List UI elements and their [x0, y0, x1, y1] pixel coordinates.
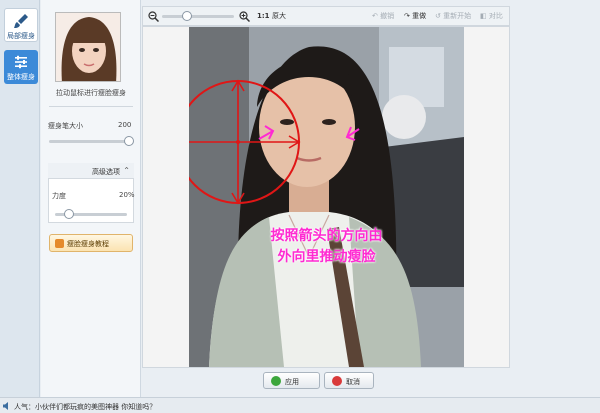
top-toolbar: 1:1 原大 ↶ 撤销 ↷ 重做 ↺ 重新开始 ◧ 对比	[142, 6, 510, 26]
restart-button[interactable]: ↺ 重新开始	[435, 11, 471, 21]
redo-icon: ↷	[404, 12, 410, 20]
brush-size-slider-knob[interactable]	[123, 136, 134, 146]
undo-button[interactable]: ↶ 撤销	[372, 11, 394, 21]
restart-label: 重新开始	[443, 12, 472, 20]
zoom-out-icon[interactable]	[148, 11, 159, 22]
tool-rail: 局部瘦身 整体瘦身	[0, 0, 40, 397]
advanced-options-header[interactable]: 高级选项 ⌃	[48, 163, 134, 179]
check-icon	[271, 376, 281, 386]
close-icon	[332, 376, 342, 386]
brush-size-value: 200	[118, 121, 132, 129]
cancel-label: 取消	[346, 378, 360, 386]
compare-icon: ◧	[480, 12, 487, 20]
chevron-up-icon: ⌃	[123, 166, 130, 175]
status-bar: 人气：小伙伴们都玩疯的美图神器 你知道吗？	[0, 397, 600, 413]
strength-value: 20%	[119, 191, 135, 199]
compare-button[interactable]: ◧ 对比	[480, 11, 503, 21]
tab-local-slim-label: 局部瘦身	[7, 32, 35, 40]
preview-thumbnail	[55, 12, 121, 82]
speaker-icon	[3, 402, 8, 410]
annotation-line-2: 外向里推动瘦脸	[277, 249, 376, 265]
settings-panel: 拉动鼠标进行瘦脸瘦身 瘦身笔大小 200 高级选项 ⌃ 力度 20% 瘦脸瘦身教…	[41, 0, 141, 397]
redo-button[interactable]: ↷ 重做	[404, 11, 426, 21]
zoom-slider[interactable]	[162, 15, 234, 18]
sliders-icon	[15, 55, 27, 69]
restart-icon: ↺	[435, 12, 441, 20]
redo-label: 重做	[412, 12, 427, 20]
undo-label: 撤销	[380, 12, 395, 20]
brush-size-slider[interactable]	[49, 140, 133, 143]
apply-button[interactable]: 应用	[263, 372, 320, 389]
compare-label: 对比	[488, 12, 503, 20]
tutorial-button[interactable]: 瘦脸瘦身教程	[49, 234, 133, 252]
undo-icon: ↶	[372, 12, 378, 20]
advanced-options-label: 高级选项	[92, 168, 120, 176]
tab-local-slim[interactable]: 局部瘦身	[4, 8, 38, 42]
photo-canvas[interactable]: 按照箭头的方向由 外向里推动瘦脸	[189, 27, 464, 367]
zoom-in-icon[interactable]	[239, 11, 250, 22]
tab-whole-slim[interactable]: 整体瘦身	[4, 50, 38, 84]
apply-label: 应用	[285, 378, 299, 386]
zoom-slider-knob[interactable]	[182, 11, 193, 21]
tutorial-label: 瘦脸瘦身教程	[67, 240, 109, 248]
actual-size-label: 原大	[271, 12, 286, 20]
actual-size-button[interactable]: 1:1 原大	[257, 11, 286, 21]
status-text: 人气：小伙伴们都玩疯的美图神器 你知道吗？	[14, 403, 157, 411]
avatar-hint: 拉动鼠标进行瘦脸瘦身	[56, 89, 126, 97]
divider	[49, 106, 133, 107]
photo-image	[189, 27, 464, 367]
cancel-button[interactable]: 取消	[324, 372, 374, 389]
strength-label: 力度	[52, 192, 66, 200]
zoom-ratio: 1:1	[257, 12, 270, 20]
preview-face-image	[56, 13, 120, 81]
brush-icon	[14, 14, 28, 28]
right-margin	[510, 0, 600, 397]
annotation-line-1: 按照箭头的方向由	[270, 228, 383, 244]
tab-whole-slim-label: 整体瘦身	[7, 73, 35, 81]
tutorial-icon	[55, 239, 64, 248]
brush-size-label: 瘦身笔大小	[48, 122, 83, 130]
